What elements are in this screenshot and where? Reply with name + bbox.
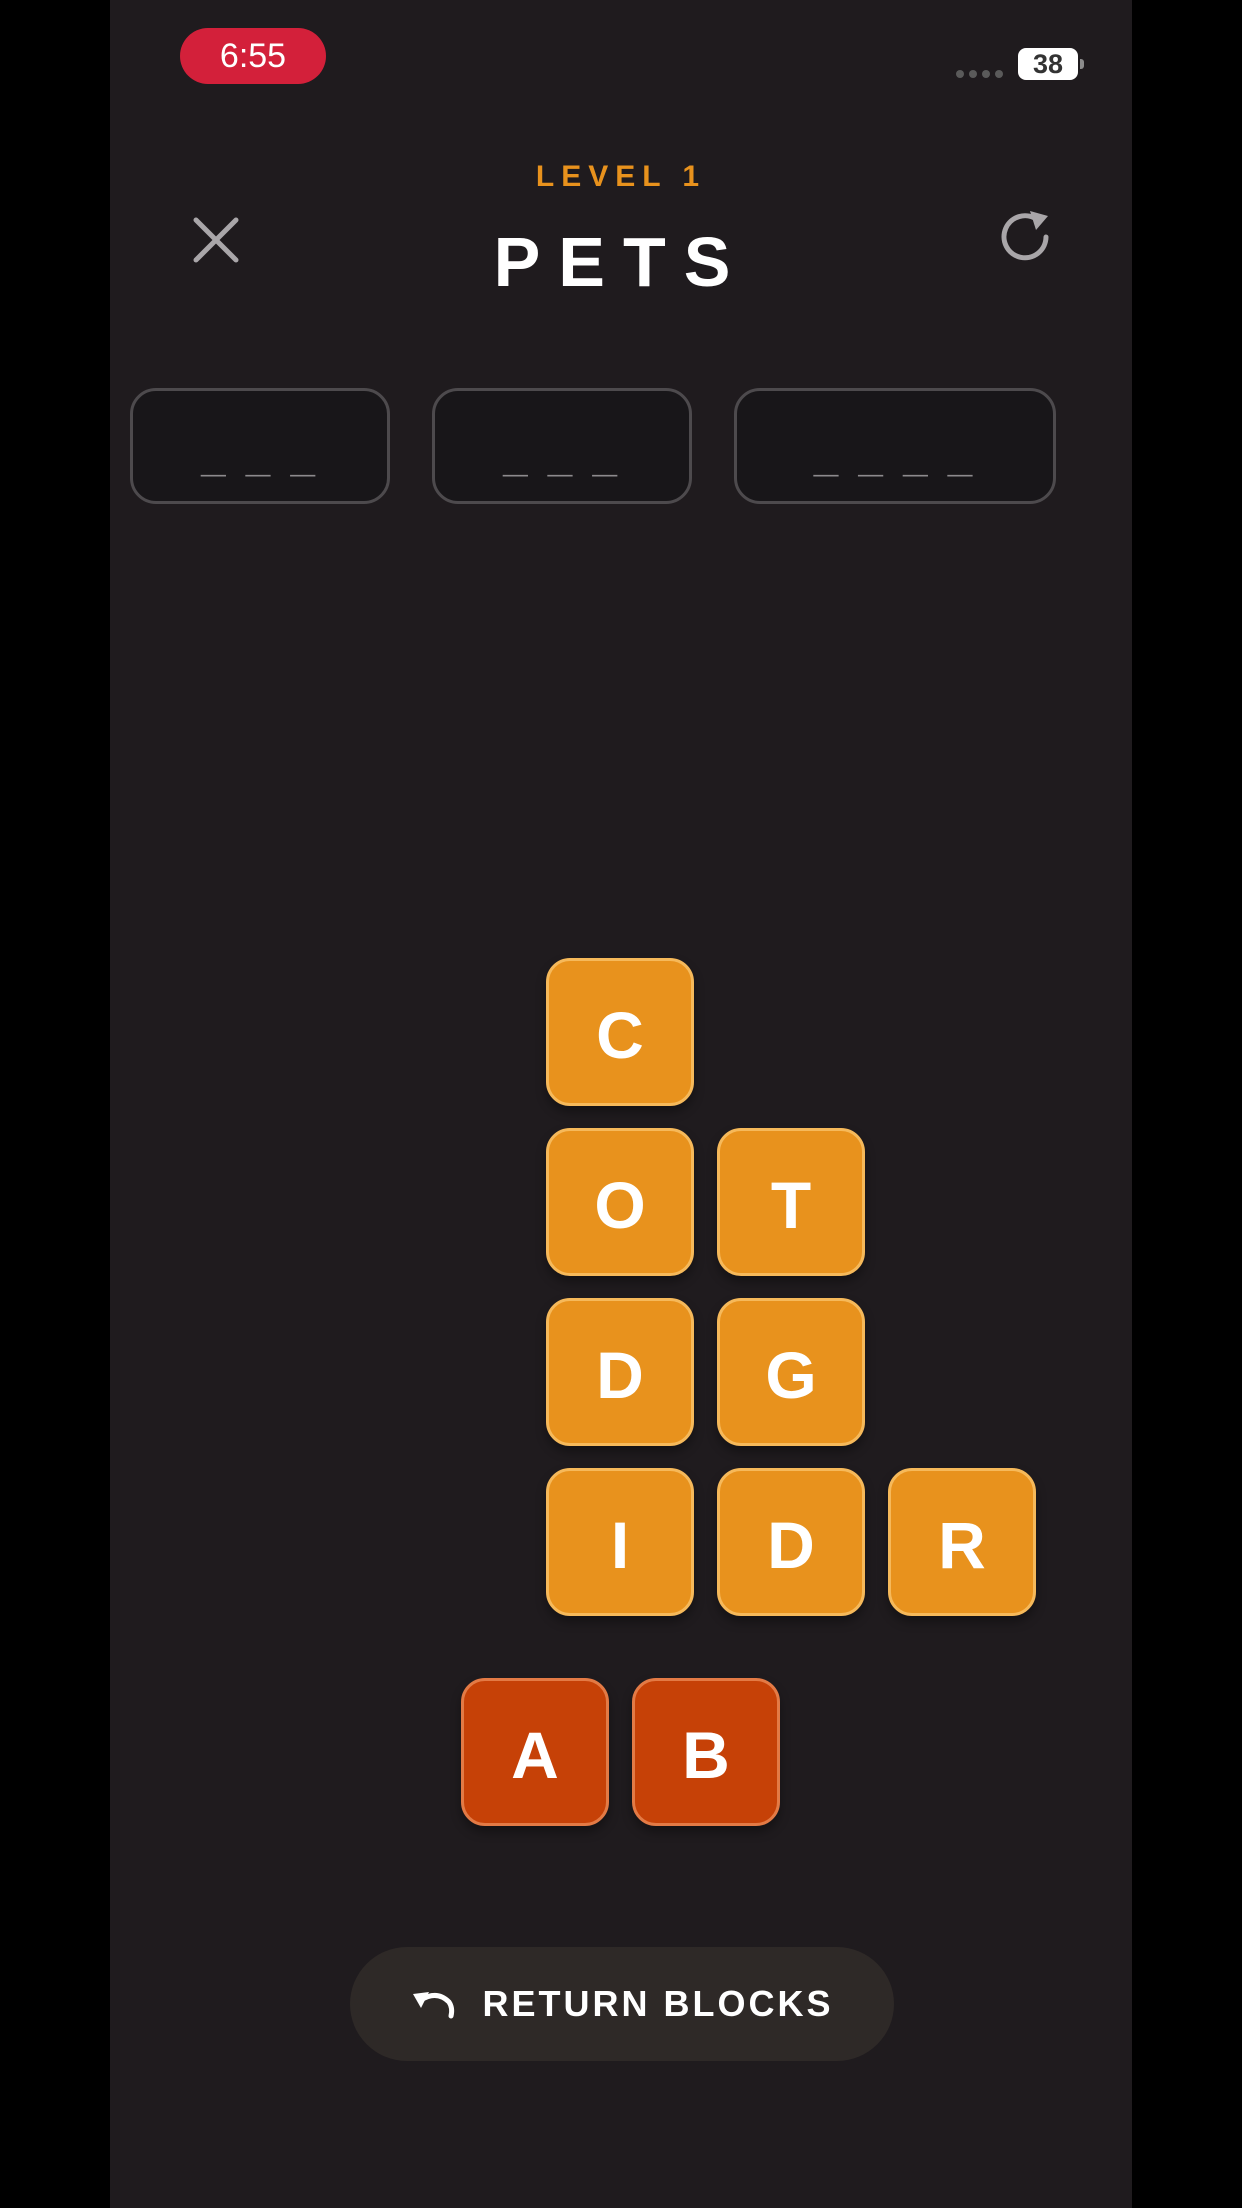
close-button[interactable] [186,210,246,270]
letter-block[interactable]: T [717,1128,865,1276]
battery-icon: 38 [1018,48,1084,80]
letter-block[interactable]: R [888,1468,1036,1616]
return-blocks-button[interactable]: RETURN BLOCKS [350,1947,894,2061]
answer-slot-3[interactable]: _ _ _ _ [734,388,1056,504]
placed-letter-block[interactable]: A [461,1678,609,1826]
answer-slot-1[interactable]: _ _ _ [130,388,390,504]
letter-block[interactable]: I [546,1468,694,1616]
placed-letter-block[interactable]: B [632,1678,780,1826]
return-blocks-label: RETURN BLOCKS [482,1983,834,2024]
game-screen: 6:55 38 LEVEL 1 PETS _ _ _ _ _ _ _ _ _ _… [110,0,1132,2208]
level-label: LEVEL 1 [535,160,707,193]
letter-block[interactable]: C [546,958,694,1106]
letter-block[interactable]: G [717,1298,865,1446]
letter-block[interactable]: D [546,1298,694,1446]
close-icon [193,217,239,263]
answer-slot-2[interactable]: _ _ _ [432,388,692,504]
restart-button[interactable] [994,206,1056,268]
page-title: PETS [493,223,749,301]
status-time: 6:55 [180,28,326,84]
letter-block[interactable]: D [717,1468,865,1616]
undo-icon [412,1992,454,2019]
letter-block[interactable]: O [546,1128,694,1276]
cellular-signal-icon [956,70,1003,78]
refresh-icon [1001,211,1049,261]
